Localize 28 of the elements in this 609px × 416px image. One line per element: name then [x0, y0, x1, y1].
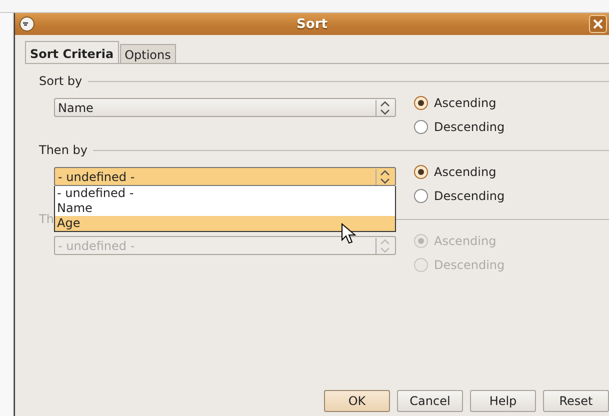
tab[interactable]: Sort Criteria: [25, 41, 119, 64]
tab[interactable]: Options: [120, 44, 176, 64]
dropdown-option[interactable]: - undefined -: [55, 186, 395, 201]
close-icon: [593, 19, 603, 29]
window-title: Sort: [296, 16, 328, 32]
dropdown-option[interactable]: Age: [55, 216, 395, 231]
radio-label: Ascending: [434, 164, 496, 178]
app-icon: [19, 16, 35, 32]
radio-button[interactable]: [414, 120, 428, 134]
group-label: Sort by: [39, 74, 82, 88]
group-label: Then by: [39, 143, 88, 157]
radio-label: Descending: [434, 120, 505, 134]
radio-button[interactable]: [414, 96, 428, 110]
dropdown-option[interactable]: Name: [55, 201, 395, 216]
dialog-button[interactable]: Reset: [543, 390, 609, 412]
radio-label: Ascending: [434, 96, 496, 110]
radio-label: Ascending: [434, 234, 496, 248]
group-label: Th: [39, 212, 54, 226]
dialog-button[interactable]: OK: [324, 390, 390, 412]
sort-key-dropdown[interactable]: Name: [54, 98, 396, 117]
sort-key-dropdown[interactable]: - undefined -: [54, 167, 396, 186]
close-button[interactable]: [589, 15, 607, 33]
dialog-button[interactable]: Help: [470, 390, 536, 412]
radio-button[interactable]: [414, 164, 428, 178]
radio-label: Descending: [434, 258, 505, 272]
dialog-button[interactable]: Cancel: [397, 390, 463, 412]
radio-label: Descending: [434, 188, 505, 202]
radio-button[interactable]: [414, 188, 428, 202]
